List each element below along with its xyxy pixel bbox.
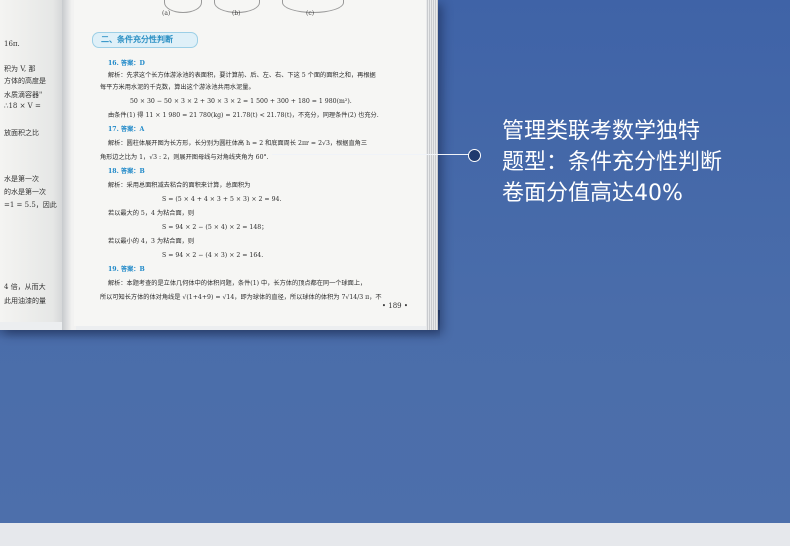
page-number: • 189 • <box>381 302 408 310</box>
figure-label: (c) <box>306 10 315 17</box>
answer-18: 18. 答案：B <box>108 168 145 175</box>
left-page-line: 积为 V, 那 <box>4 65 36 73</box>
text-line: 解析：本题考查的是立体几何体中的体积问题，条件(1) 中，长方体的顶点都在同一个… <box>108 280 367 287</box>
figure-label: (a) <box>162 10 171 17</box>
text-line: 解析：采用总面积减去粘合的面积来计算，总面积为 <box>108 182 251 189</box>
callout-caption: 管理类联考数学独特 题型：条件充分性判断 卷面分值高达40% <box>502 116 772 209</box>
page-edges <box>426 0 438 330</box>
text-line: 若以最小的 4，3 为粘合面，则 <box>108 238 195 245</box>
left-page-line: 此用油漆的量 <box>4 297 46 305</box>
text-line: 由条件(1) 得 11 × 1 980 = 21 780(kg) = 21.78… <box>108 112 379 119</box>
text-line: 若以最大的 5，4 为粘合面，则 <box>108 210 195 217</box>
text-line: S = 94 × 2 − (5 × 4) × 2 = 148； <box>162 224 268 231</box>
text-line: 每平方米用水泥的千克数，算出这个游泳池共用水泥量。 <box>100 84 255 91</box>
callout-line-2: 题型：条件充分性判断 <box>502 150 723 175</box>
callout-leader-line <box>272 154 472 155</box>
text-line: S = 94 × 2 − (4 × 3) × 2 = 164. <box>162 252 264 259</box>
figure-strip: (a) (b) (c) <box>74 0 426 20</box>
left-page-line: =1 = 5.5，因此 <box>4 201 57 209</box>
bottom-band <box>0 523 790 546</box>
left-page-line: 水是第一次 <box>4 175 39 183</box>
open-book: 16π. 积为 V, 那 方体的高度是 水质滴容器" ∴18 × V = 放面积… <box>0 0 438 330</box>
left-page-line: 16π. <box>4 40 20 48</box>
section-heading: 二、条件充分性判断 <box>92 32 198 48</box>
callout-line-3: 卷面分值高达40% <box>502 181 683 206</box>
answer-16: 16. 答案：D <box>108 60 145 67</box>
left-page-line: 的水是第一次 <box>4 188 46 196</box>
callout-dot-icon <box>468 149 481 162</box>
answer-19: 19. 答案：B <box>108 266 145 273</box>
text-line: S = (5 × 4 + 4 × 3 + 5 × 3) × 2 = 94. <box>162 196 282 203</box>
text-line: 50 × 30 − 50 × 3 × 2 + 30 × 3 × 2 = 1 50… <box>130 98 352 105</box>
left-page: 16π. 积为 V, 那 方体的高度是 水质滴容器" ∴18 × V = 放面积… <box>0 0 66 322</box>
figure-label: (b) <box>232 10 241 17</box>
right-page: (a) (b) (c) 二、条件充分性判断 16. 答案：D 解析：先求这个长方… <box>74 0 426 326</box>
text-line: 解析：先求这个长方体游泳池的表面积，要计算前、后、左、右、下这 5 个面的面积之… <box>108 72 376 79</box>
answer-17: 17. 答案：A <box>108 126 145 133</box>
text-line: 所以可知长方体的体对角线是 √(1+4+9) = √14，即为球体的直径，所以球… <box>100 294 382 301</box>
callout-line-1: 管理类联考数学独特 <box>502 119 701 144</box>
text-line: 角形边之比为 1，√3 : 2，则展开图母线与对角线夹角为 60°. <box>100 154 269 161</box>
text-line: 解析：圆柱体展开图为长方形，长分别为圆柱体高 h = 2 和底面周长 2πr =… <box>108 140 368 147</box>
left-page-line: ∴18 × V = <box>4 102 41 110</box>
section-title: 二、条件充分性判断 <box>101 35 173 44</box>
left-page-line: 方体的高度是 <box>4 77 46 85</box>
left-page-line: 4 倍，从而大 <box>4 283 46 291</box>
left-page-line: 放面积之比 <box>4 129 39 137</box>
left-page-line: 水质滴容器" <box>4 91 43 99</box>
